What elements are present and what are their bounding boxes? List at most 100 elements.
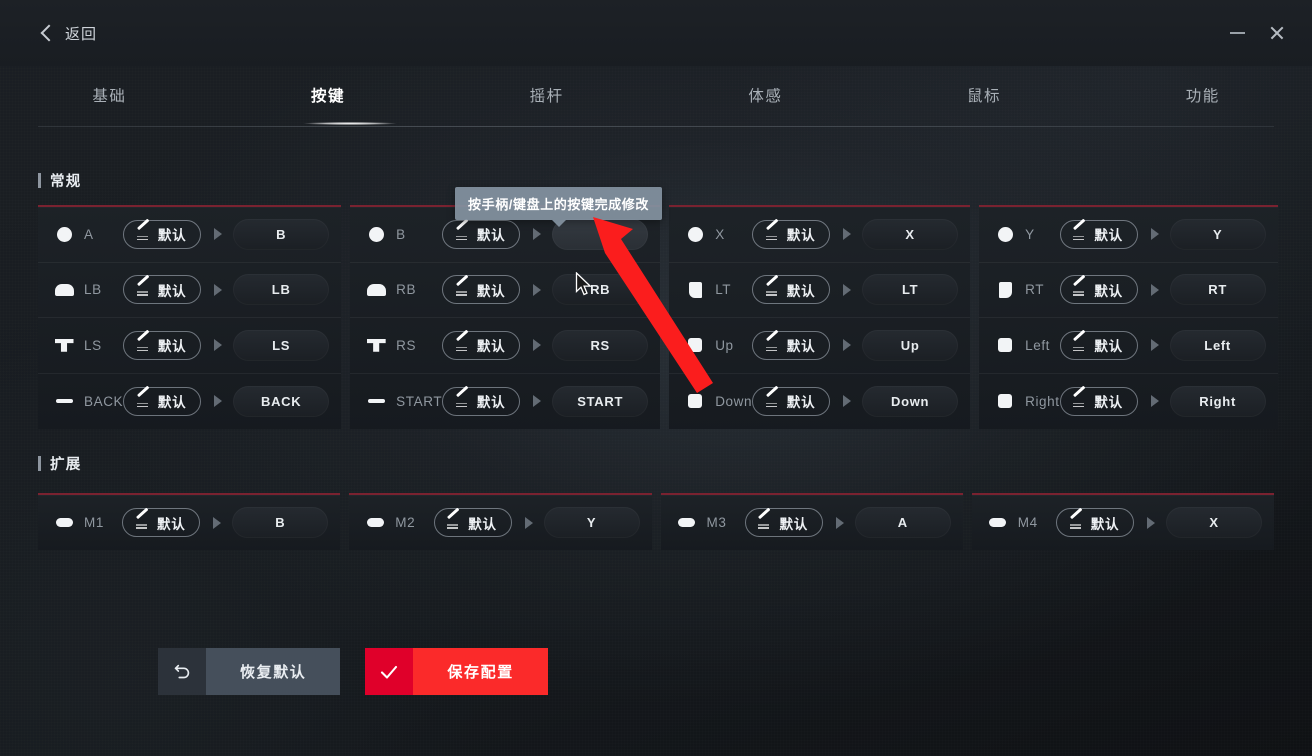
- mapped-value-button[interactable]: RB: [552, 274, 649, 306]
- mapped-value-button[interactable]: X: [1166, 507, 1262, 538]
- edit-default-label: 默认: [1090, 516, 1120, 532]
- binding-source-label: A: [84, 226, 94, 242]
- minimize-icon[interactable]: [1220, 16, 1254, 50]
- pencil-icon: [757, 516, 773, 530]
- pencil-icon: [1069, 516, 1085, 530]
- binding-row: A 默认 B: [38, 207, 342, 263]
- edit-default-button[interactable]: 默认: [123, 386, 202, 416]
- edit-default-button[interactable]: 默认: [442, 275, 521, 305]
- edit-default-button[interactable]: 默认: [442, 386, 521, 416]
- mapped-value-button[interactable]: LT: [862, 274, 959, 306]
- edit-default-button[interactable]: 默认: [1059, 330, 1138, 360]
- button-icon-wrap: [366, 283, 386, 296]
- edit-default-label: 默认: [156, 516, 186, 532]
- mapped-value-button[interactable]: Up: [862, 329, 959, 361]
- edit-default-button[interactable]: 默认: [1056, 508, 1134, 537]
- binding-row: RS 默认 RS: [350, 318, 661, 374]
- mapped-value-button[interactable]: BACK: [233, 385, 330, 417]
- maps-to-arrow-icon: [214, 395, 223, 408]
- binding-card: Y 默认 Y RT 默认 RT Left 默认 Left Right 默认 Right: [979, 205, 1278, 429]
- binding-source-label: Y: [1025, 226, 1035, 242]
- maps-to-arrow-icon: [214, 339, 223, 352]
- button-icon-wrap: [54, 283, 74, 296]
- tab-5[interactable]: 功能: [1093, 66, 1312, 126]
- mapped-value-button[interactable]: Y: [543, 507, 640, 538]
- tab-divider: [38, 126, 1274, 127]
- maps-to-arrow-icon: [214, 283, 223, 296]
- mapped-value-button[interactable]: RS: [552, 329, 649, 361]
- maps-to-arrow-icon: [843, 395, 852, 408]
- edit-default-button[interactable]: 默认: [123, 330, 202, 360]
- pencil-icon: [136, 338, 152, 352]
- binding-source-label: RT: [1025, 282, 1045, 298]
- edit-default-button[interactable]: 默认: [123, 275, 202, 305]
- edit-default-label: 默认: [476, 395, 506, 411]
- edit-default-button[interactable]: 默认: [752, 219, 831, 249]
- binding-row: BACK 默认 BACK: [38, 374, 341, 430]
- edit-default-button[interactable]: 默认: [752, 330, 831, 360]
- edit-default-button[interactable]: 默认: [123, 219, 202, 249]
- window-controls: [1220, 16, 1294, 50]
- maps-to-arrow-icon: [843, 339, 852, 352]
- mapped-value-button[interactable]: RT: [1169, 274, 1266, 306]
- tab-0[interactable]: 基础: [0, 66, 219, 126]
- mapped-value-button[interactable]: Left: [1169, 329, 1266, 361]
- macro-button-icon: [989, 518, 1007, 527]
- save-config-label: 保存配置: [413, 648, 548, 695]
- edit-default-button[interactable]: 默认: [433, 508, 512, 537]
- edit-default-button[interactable]: 默认: [1059, 275, 1138, 305]
- edit-default-button[interactable]: 默认: [744, 508, 823, 537]
- mapped-value-button[interactable]: B: [233, 218, 330, 250]
- edit-default-button[interactable]: 默认: [122, 508, 201, 537]
- save-config-button[interactable]: 保存配置: [365, 648, 548, 695]
- binding-row: START 默认 START: [350, 374, 660, 430]
- close-icon[interactable]: [1260, 16, 1294, 50]
- edit-default-button[interactable]: 默认: [442, 219, 521, 249]
- back-button[interactable]: 返回: [34, 16, 103, 50]
- button-icon-wrap: [54, 338, 74, 352]
- tab-3[interactable]: 体感: [656, 66, 875, 126]
- edit-default-label: 默认: [786, 283, 816, 299]
- tab-4[interactable]: 鼠标: [875, 66, 1094, 126]
- binding-source-label: LS: [84, 337, 102, 353]
- binding-source-label: M3: [706, 515, 727, 530]
- binding-row: M1 默认 B: [38, 495, 340, 550]
- button-icon-wrap: [54, 518, 74, 527]
- binding-row: M3 默认 A: [661, 495, 963, 550]
- binding-row: LT 默认 LT: [669, 263, 971, 318]
- restore-default-button[interactable]: 恢复默认: [158, 648, 341, 695]
- mapped-value-button[interactable]: Right: [1169, 385, 1266, 417]
- section-title: 常规: [50, 174, 82, 190]
- binding-source-label: M1: [84, 515, 104, 530]
- edit-default-button[interactable]: 默认: [752, 386, 831, 416]
- binding-card: M3 默认 A: [660, 493, 963, 550]
- mapped-value-button[interactable]: Y: [1169, 218, 1266, 250]
- button-icon-wrap: [54, 226, 74, 242]
- maps-to-arrow-icon: [213, 516, 222, 529]
- mapped-value-button[interactable]: Down: [862, 385, 959, 417]
- check-icon: [365, 648, 414, 695]
- edit-default-button[interactable]: 默认: [752, 275, 831, 305]
- mapped-value-button[interactable]: START: [552, 385, 649, 417]
- mapped-value-button[interactable]: LB: [233, 274, 330, 306]
- mapped-value-button[interactable]: A: [854, 507, 951, 538]
- tab-1[interactable]: 按键: [219, 66, 438, 126]
- tab-label: 基础: [92, 88, 127, 105]
- edit-default-button[interactable]: 默认: [442, 330, 521, 360]
- binding-row: M4 默认 X: [972, 495, 1274, 550]
- maps-to-arrow-icon: [533, 395, 542, 408]
- tab-active-indicator: [303, 122, 397, 125]
- binding-row: LB 默认 LB: [38, 263, 342, 318]
- button-icon-wrap: [685, 338, 705, 353]
- mapped-value-button[interactable]: X: [862, 218, 959, 250]
- tab-2[interactable]: 摇杆: [437, 66, 656, 126]
- edit-default-label: 默认: [786, 228, 816, 244]
- edit-default-button[interactable]: 默认: [1059, 219, 1138, 249]
- binding-source-label: BACK: [84, 393, 124, 409]
- face-button-icon: [997, 226, 1013, 242]
- edit-default-button[interactable]: 默认: [1059, 386, 1138, 416]
- mapped-value-button[interactable]: [552, 218, 649, 250]
- binding-card: A 默认 B LB 默认 LB LS 默认 LS BACK 默认 BACK: [38, 205, 342, 430]
- mapped-value-button[interactable]: B: [232, 507, 329, 538]
- mapped-value-button[interactable]: LS: [233, 329, 330, 361]
